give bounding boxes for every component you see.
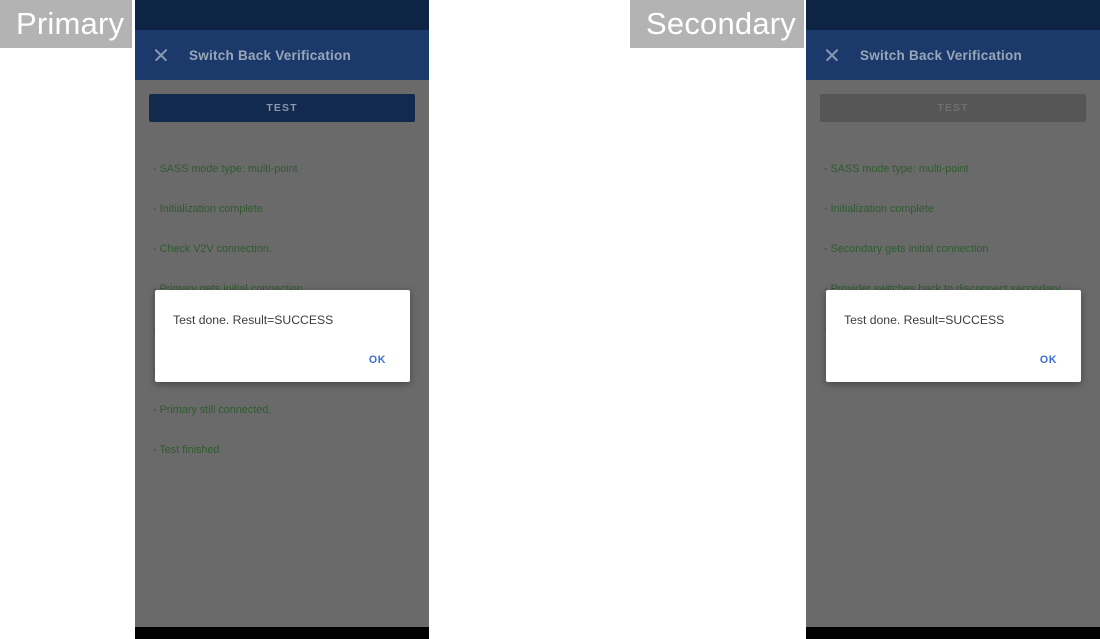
log-line: - Test finished xyxy=(153,444,220,457)
app-bar-title: Switch Back Verification xyxy=(189,47,352,63)
status-bar xyxy=(135,0,429,30)
role-label-secondary: Secondary xyxy=(630,0,804,48)
app-bar: Switch Back Verification xyxy=(806,30,1100,80)
close-icon[interactable] xyxy=(824,47,840,63)
role-label-primary: Primary xyxy=(0,0,132,48)
log-line: - Primary still connected. xyxy=(153,404,272,417)
content-area: TEST - SASS mode type: multi-point - Ini… xyxy=(806,80,1100,639)
dialog-message: Test done. Result=SUCCESS xyxy=(844,313,1005,327)
app-bar: Switch Back Verification xyxy=(135,30,429,80)
log-line: - SASS mode type: multi-point xyxy=(824,162,969,175)
test-button: TEST xyxy=(820,94,1086,122)
status-bar xyxy=(806,0,1100,30)
result-dialog: Test done. Result=SUCCESS OK xyxy=(155,290,410,382)
log-line: - Initialization complete xyxy=(824,203,934,216)
device-screen-primary: Switch Back Verification TEST - SASS mod… xyxy=(135,0,429,639)
content-area: TEST - SASS mode type: multi-point - Ini… xyxy=(135,80,429,639)
close-icon[interactable] xyxy=(153,47,169,63)
log-line: - Check V2V connection. xyxy=(153,243,272,256)
log-line: - Initialization complete xyxy=(153,203,263,216)
log-line: - SASS mode type: multi-point xyxy=(153,162,298,175)
result-dialog: Test done. Result=SUCCESS OK xyxy=(826,290,1081,382)
test-button[interactable]: TEST xyxy=(149,94,415,122)
dialog-actions: OK xyxy=(173,350,392,372)
device-screen-secondary: Switch Back Verification TEST - SASS mod… xyxy=(806,0,1100,639)
dialog-message: Test done. Result=SUCCESS xyxy=(173,313,334,327)
dialog-ok-button[interactable]: OK xyxy=(1034,350,1063,372)
dialog-actions: OK xyxy=(844,350,1063,372)
dialog-ok-button[interactable]: OK xyxy=(363,350,392,372)
system-navigation-bar xyxy=(806,627,1100,639)
log-line: - Secondary gets initial connection xyxy=(824,243,989,256)
app-bar-title: Switch Back Verification xyxy=(860,47,1023,63)
system-navigation-bar xyxy=(135,627,429,639)
